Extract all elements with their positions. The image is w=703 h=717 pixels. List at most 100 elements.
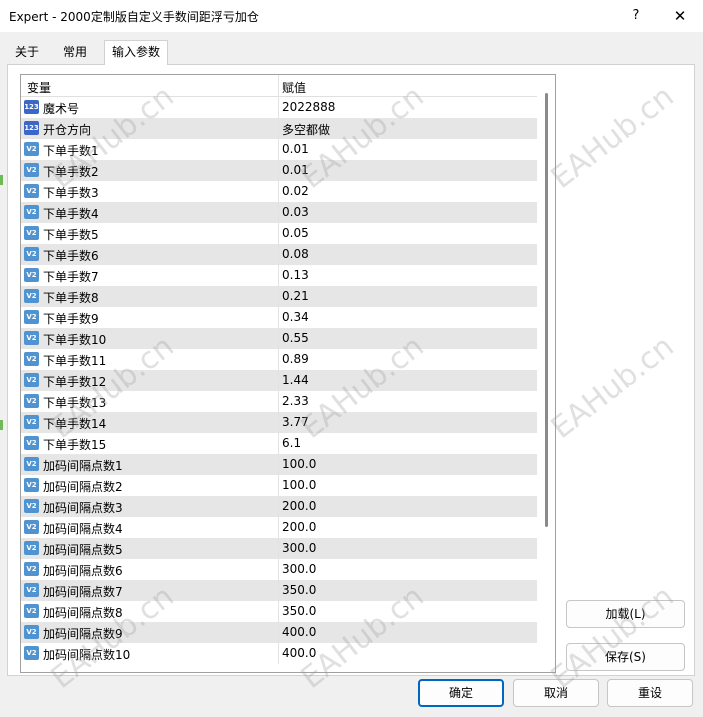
variable-value[interactable]: 0.02 <box>282 184 309 198</box>
table-row[interactable]: V2 下单手数3 0.02 <box>21 181 537 202</box>
variable-value[interactable]: 300.0 <box>282 541 316 555</box>
load-button[interactable]: 加载(L) <box>566 600 685 628</box>
double-type-icon: V2 <box>24 415 39 429</box>
double-type-icon: V2 <box>24 352 39 366</box>
table-row[interactable]: V2 下单手数11 0.89 <box>21 349 537 370</box>
variable-value[interactable]: 6.1 <box>282 436 301 450</box>
variable-name: 开仓方向 <box>43 123 92 137</box>
table-row[interactable]: V2 下单手数12 1.44 <box>21 370 537 391</box>
column-divider[interactable] <box>278 75 279 97</box>
table-row[interactable]: V2 下单手数6 0.08 <box>21 244 537 265</box>
table-row[interactable]: V2 下单手数4 0.03 <box>21 202 537 223</box>
table-row[interactable]: V2 下单手数5 0.05 <box>21 223 537 244</box>
column-header-value[interactable]: 赋值 <box>282 79 306 96</box>
variable-value[interactable]: 0.13 <box>282 268 309 282</box>
table-row[interactable]: V2 下单手数7 0.13 <box>21 265 537 286</box>
tab-about[interactable]: 关于 <box>8 42 46 63</box>
table-row[interactable]: V2 加码间隔点数3 200.0 <box>21 496 537 517</box>
variable-name: 下单手数9 <box>43 312 99 326</box>
variable-value[interactable]: 400.0 <box>282 625 316 639</box>
close-button[interactable]: ✕ <box>667 2 693 30</box>
variable-value[interactable]: 350.0 <box>282 604 316 618</box>
variable-name: 加码间隔点数3 <box>43 501 123 515</box>
variable-value[interactable]: 0.34 <box>282 310 309 324</box>
table-row[interactable]: V2 加码间隔点数2 100.0 <box>21 475 537 496</box>
int-type-icon: 123 <box>24 100 39 114</box>
double-type-icon: V2 <box>24 478 39 492</box>
variable-value[interactable]: 0.21 <box>282 289 309 303</box>
table-row[interactable]: V2 下单手数15 6.1 <box>21 433 537 454</box>
help-button[interactable]: ? <box>624 2 648 30</box>
variable-name: 加码间隔点数10 <box>43 648 131 662</box>
table-row[interactable]: V2 下单手数2 0.01 <box>21 160 537 181</box>
table-row[interactable]: V2 加码间隔点数7 350.0 <box>21 580 537 601</box>
table-row[interactable]: 123 开仓方向 多空都做 <box>21 118 537 139</box>
variable-value[interactable]: 400.0 <box>282 646 316 660</box>
double-type-icon: V2 <box>24 394 39 408</box>
variable-value[interactable]: 0.01 <box>282 163 309 177</box>
variable-value[interactable]: 0.03 <box>282 205 309 219</box>
table-row[interactable]: V2 下单手数10 0.55 <box>21 328 537 349</box>
double-type-icon: V2 <box>24 289 39 303</box>
table-row[interactable]: V2 加码间隔点数4 200.0 <box>21 517 537 538</box>
table-row[interactable]: 123 魔术号 2022888 <box>21 97 537 118</box>
cell-divider <box>278 139 279 160</box>
variable-name: 下单手数12 <box>43 375 107 389</box>
cell-divider <box>278 496 279 517</box>
parameters-table: 变量 赋值 123 魔术号 2022888 123 开仓方向 多空都做 V2 下单手数1 0.0… <box>20 74 556 673</box>
cell-divider <box>278 160 279 181</box>
variable-value[interactable]: 200.0 <box>282 499 316 513</box>
variable-value[interactable]: 100.0 <box>282 478 316 492</box>
variable-value[interactable]: 0.05 <box>282 226 309 240</box>
save-button[interactable]: 保存(S) <box>566 643 685 671</box>
background-edge-mark <box>0 175 3 185</box>
variable-name: 下单手数15 <box>43 438 107 452</box>
variable-value[interactable]: 3.77 <box>282 415 309 429</box>
tab-common[interactable]: 常用 <box>56 42 94 63</box>
variable-name: 下单手数10 <box>43 333 107 347</box>
table-row[interactable]: V2 加码间隔点数9 400.0 <box>21 622 537 643</box>
variable-name: 加码间隔点数4 <box>43 522 123 536</box>
table-row[interactable]: V2 加码间隔点数6 300.0 <box>21 559 537 580</box>
variable-value[interactable]: 200.0 <box>282 520 316 534</box>
variable-value[interactable]: 多空都做 <box>282 121 330 138</box>
variable-value[interactable]: 100.0 <box>282 457 316 471</box>
cell-divider <box>278 412 279 433</box>
variable-value[interactable]: 350.0 <box>282 583 316 597</box>
double-type-icon: V2 <box>24 520 39 534</box>
table-row[interactable]: V2 下单手数13 2.33 <box>21 391 537 412</box>
double-type-icon: V2 <box>24 562 39 576</box>
column-header-variable[interactable]: 变量 <box>27 79 51 96</box>
table-row[interactable]: V2 加码间隔点数5 300.0 <box>21 538 537 559</box>
variable-name: 下单手数11 <box>43 354 107 368</box>
variable-value[interactable]: 1.44 <box>282 373 309 387</box>
cell-divider <box>278 349 279 370</box>
table-row[interactable]: V2 下单手数14 3.77 <box>21 412 537 433</box>
variable-value[interactable]: 0.01 <box>282 142 309 156</box>
variable-value[interactable]: 2022888 <box>282 100 335 114</box>
variable-value[interactable]: 0.08 <box>282 247 309 261</box>
variable-value[interactable]: 0.55 <box>282 331 309 345</box>
cell-divider <box>278 433 279 454</box>
cell-divider <box>278 328 279 349</box>
ok-button[interactable]: 确定 <box>418 679 504 707</box>
table-row[interactable]: V2 下单手数9 0.34 <box>21 307 537 328</box>
tab-inputs[interactable]: 输入参数 <box>104 40 169 65</box>
variable-value[interactable]: 0.89 <box>282 352 309 366</box>
scrollbar-thumb[interactable] <box>545 93 548 527</box>
table-row[interactable]: V2 加码间隔点数10 400.0 <box>21 643 537 664</box>
variable-value[interactable]: 2.33 <box>282 394 309 408</box>
cell-divider <box>278 517 279 538</box>
reset-button[interactable]: 重设 <box>607 679 693 707</box>
variable-value[interactable]: 300.0 <box>282 562 316 576</box>
table-row[interactable]: V2 下单手数8 0.21 <box>21 286 537 307</box>
table-row[interactable]: V2 下单手数1 0.01 <box>21 139 537 160</box>
variable-name: 加码间隔点数1 <box>43 459 123 473</box>
vertical-scrollbar[interactable] <box>537 75 555 672</box>
variable-name: 加码间隔点数5 <box>43 543 123 557</box>
table-row[interactable]: V2 加码间隔点数1 100.0 <box>21 454 537 475</box>
title-bar: Expert - 2000定制版自定义手数间距浮亏加仓 ? ✕ <box>0 0 703 32</box>
table-row[interactable]: V2 加码间隔点数8 350.0 <box>21 601 537 622</box>
variable-name: 下单手数1 <box>43 144 99 158</box>
cancel-button[interactable]: 取消 <box>513 679 599 707</box>
